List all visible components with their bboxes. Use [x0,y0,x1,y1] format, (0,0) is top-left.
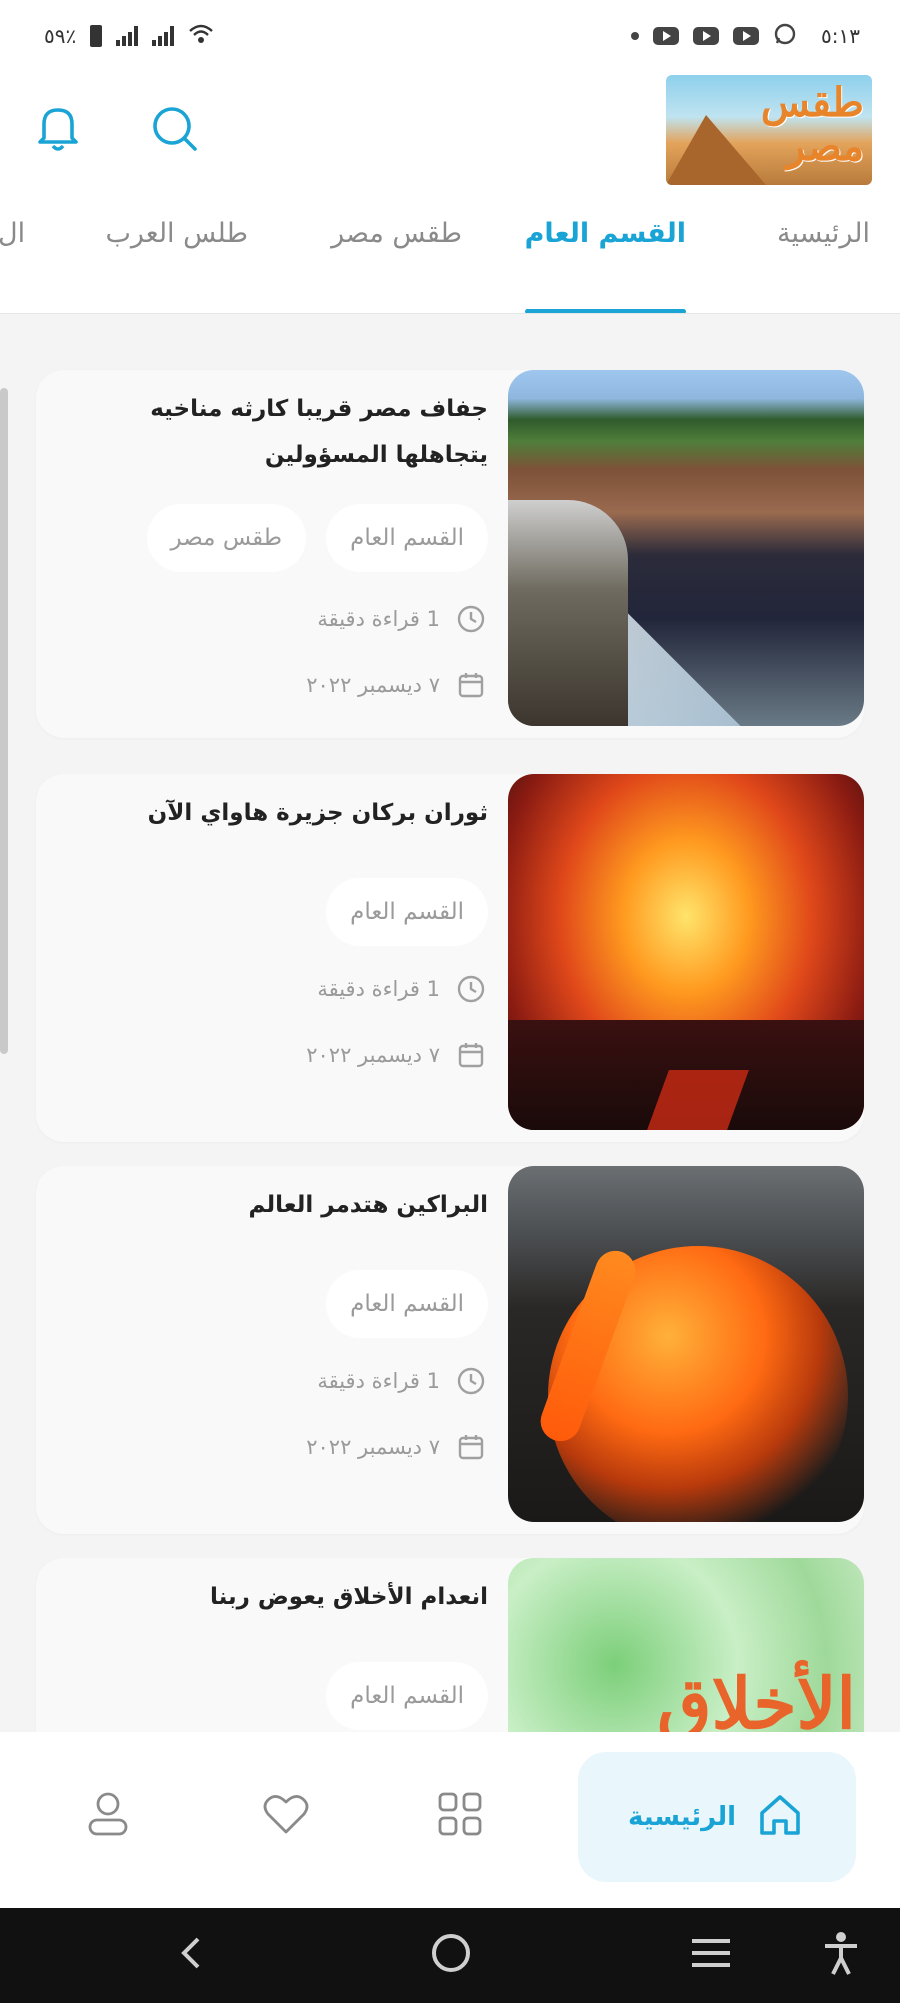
calendar-icon [454,1430,488,1464]
circle-home-icon [429,1931,473,1979]
scrollbar[interactable] [0,388,8,1054]
article-title[interactable]: انعدام الأخلاق يعوض ربنا [68,1574,488,1620]
status-bar: ٥٩٪ ٥:١٣ [0,0,900,72]
tag-chip[interactable]: القسم العام [326,504,488,572]
nav-categories-button[interactable] [430,1786,490,1846]
clock-icon [454,972,488,1006]
read-time: 1 قراءة دقيقة [317,972,488,1006]
calendar-icon [454,668,488,702]
calendar-icon [454,1038,488,1072]
article-tags: القسم العام [326,1270,488,1338]
article-body: ثوران بركان جزيرة هاواي الآن القسم العام… [48,774,488,1142]
article-feed[interactable]: جفاف مصر قريبا كارثه مناخيه يتجاهلها الم… [0,314,900,1732]
grid-icon [436,1790,484,1842]
battery-percent: ٥٩٪ [44,24,77,48]
signal-icon [116,26,139,46]
back-button[interactable] [166,1930,216,1980]
article-card[interactable]: الأخلاق انعدام الأخلاق يعوض ربنا القسم ا… [36,1558,864,1732]
date-text: ٧ ديسمبر ٢٠٢٢ [306,1435,440,1459]
tag-chip[interactable]: القسم العام [326,878,488,946]
tag-chip[interactable]: طقس مصر [146,504,307,572]
notification-dot-icon [631,32,640,40]
tab-home[interactable]: الرئيسية [777,218,870,313]
home-system-button[interactable] [426,1930,476,1980]
article-image[interactable]: الأخلاق [508,1558,864,1732]
youtube-icon-2 [693,27,720,45]
tag-chip[interactable]: القسم العام [326,1662,488,1730]
nav-home-button[interactable]: الرئيسية [578,1752,856,1882]
signal-icon-2 [152,26,175,46]
youtube-icon-3 [733,27,760,45]
article-body: البراكين هتدمر العالم القسم العام 1 قراء… [48,1166,488,1534]
back-icon [176,1933,206,1977]
read-time: 1 قراءة دقيقة [317,602,488,636]
article-card[interactable]: ثوران بركان جزيرة هاواي الآن القسم العام… [36,774,864,1142]
category-tabs: الرئيسية القسم العام طقس مصر طلس العرب ا… [0,188,900,314]
article-card[interactable]: جفاف مصر قريبا كارثه مناخيه يتجاهلها الم… [36,370,864,738]
read-time-text: 1 قراءة دقيقة [317,607,440,631]
publish-date: ٧ ديسمبر ٢٠٢٢ [306,668,488,702]
wifi-icon [188,23,214,50]
date-text: ٧ ديسمبر ٢٠٢٢ [306,1043,440,1067]
tab-label: ال [0,218,26,249]
article-tags: القسم العام [326,878,488,946]
read-time-text: 1 قراءة دقيقة [317,1369,440,1393]
header-actions [30,102,202,158]
article-title[interactable]: البراكين هتدمر العالم [68,1182,488,1228]
publish-date: ٧ ديسمبر ٢٠٢٢ [306,1038,488,1072]
tab-label: الرئيسية [777,218,870,249]
heart-icon [260,1790,312,1842]
search-button[interactable] [146,102,202,158]
menu-lines-icon [690,1935,732,1975]
article-image[interactable] [508,1166,864,1522]
bell-icon [34,102,82,158]
nav-profile-button[interactable] [78,1786,138,1846]
date-text: ٧ ديسمبر ٢٠٢٢ [306,673,440,697]
tab-label: طلس العرب [105,218,248,249]
tag-chip[interactable]: القسم العام [326,1270,488,1338]
youtube-icon [653,27,680,45]
article-body: جفاف مصر قريبا كارثه مناخيه يتجاهلها الم… [48,370,488,738]
farmer-graphic [508,500,628,726]
tab-arab-weather[interactable]: طلس العرب [105,218,248,313]
nav-home-label: الرئيسية [627,1802,737,1832]
logo-text: طقس مصر [760,79,864,170]
article-image[interactable] [508,370,864,726]
article-title[interactable]: ثوران بركان جزيرة هاواي الآن [68,790,488,836]
user-icon [84,1788,132,1844]
clock-icon [454,1364,488,1398]
accessibility-icon [821,1930,861,1980]
accessibility-button[interactable] [816,1930,866,1980]
publish-date: ٧ ديسمبر ٢٠٢٢ [306,1430,488,1464]
article-tags: القسم العام طقس مصر [146,504,488,572]
article-tags: القسم العام [326,1662,488,1730]
article-title[interactable]: جفاف مصر قريبا كارثه مناخيه يتجاهلها الم… [68,386,488,478]
tab-egypt-weather[interactable]: طقس مصر [331,218,462,313]
app-logo[interactable]: طقس مصر [666,75,872,185]
tab-general-section[interactable]: القسم العام [524,218,686,313]
article-image[interactable] [508,774,864,1130]
home-icon [754,1789,806,1845]
app-header: طقس مصر [0,72,900,188]
notifications-button[interactable] [30,102,86,158]
clock-time: ٥:١٣ [821,24,860,48]
tab-label: القسم العام [524,218,686,249]
nav-favorites-button[interactable] [256,1786,316,1846]
search-icon [149,103,199,157]
whatsapp-icon [773,22,797,51]
system-navigation-bar [0,1908,900,2003]
recent-apps-button[interactable] [686,1930,736,1980]
status-left: ٥٩٪ [44,23,214,50]
article-body: انعدام الأخلاق يعوض ربنا القسم العام [48,1558,488,1732]
status-right: ٥:١٣ [631,22,860,51]
read-time: 1 قراءة دقيقة [317,1364,488,1398]
battery-icon [90,25,103,47]
read-time-text: 1 قراءة دقيقة [317,977,440,1001]
article-card[interactable]: البراكين هتدمر العالم القسم العام 1 قراء… [36,1166,864,1534]
bottom-navigation: الرئيسية [0,1732,900,1908]
image-text: الأخلاق [657,1662,856,1732]
tab-label: طقس مصر [331,218,462,249]
tab-overflow[interactable]: ال [0,218,26,313]
clock-icon [454,602,488,636]
